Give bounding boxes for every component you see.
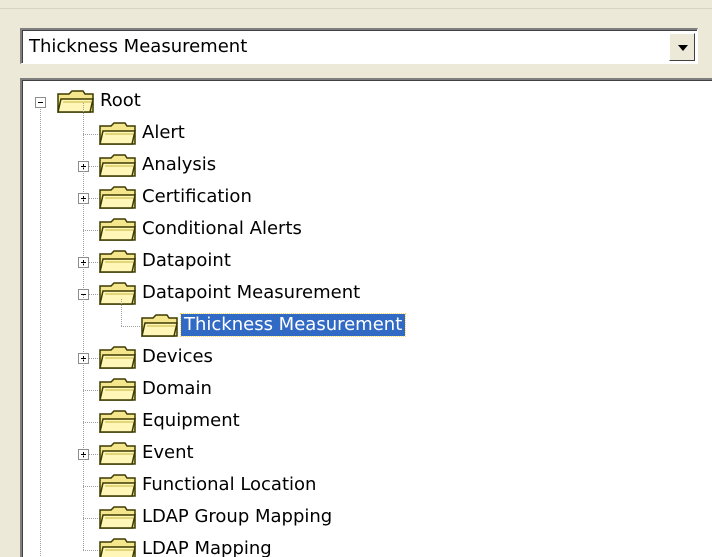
tree-node[interactable]: Domain — [23, 359, 703, 405]
tree-node[interactable]: Conditional Alerts — [23, 199, 703, 245]
tree-node-label: Root — [100, 90, 141, 111]
tree-node-label: Thickness Measurement — [179, 313, 407, 337]
tree-node-label: Functional Location — [142, 474, 317, 495]
tree-line — [83, 199, 84, 231]
tree-line — [83, 103, 84, 135]
tree-line — [83, 455, 84, 487]
folder-icon — [141, 314, 179, 338]
folder-icon — [99, 122, 137, 146]
tree-node-label: LDAP Mapping — [142, 538, 272, 557]
folder-icon — [99, 474, 137, 498]
tree-node[interactable]: LDAP Group Mapping — [23, 487, 703, 533]
tree-node[interactable]: LDAP Mapping — [23, 519, 703, 557]
tree-line — [121, 299, 122, 327]
folder-icon — [99, 186, 137, 210]
tree-node-label: Equipment — [142, 410, 240, 431]
tree-node[interactable]: Functional Location — [23, 455, 703, 501]
tree-panel: Thickness Measurement Root Alert Analysis… — [0, 0, 712, 557]
folder-icon — [99, 218, 137, 242]
tree-node-label: Analysis — [142, 154, 217, 175]
folder-icon — [99, 538, 137, 557]
tree-node[interactable]: Alert — [23, 103, 703, 149]
tree-node-label: Datapoint Measurement — [142, 282, 361, 303]
tree-node-root[interactable]: Root — [23, 85, 703, 117]
folder-icon — [99, 506, 137, 530]
tree-node[interactable]: Datapoint Measurement — [23, 263, 703, 309]
tree-line — [83, 487, 84, 519]
tree-node-label: Conditional Alerts — [142, 218, 302, 239]
top-divider — [0, 8, 712, 9]
tree-node[interactable]: Thickness Measurement — [23, 295, 703, 341]
tree-line — [83, 359, 84, 391]
tree-node-label: LDAP Group Mapping — [142, 506, 333, 527]
tree-line — [83, 391, 84, 423]
tree-line — [83, 295, 84, 327]
tree-line — [83, 519, 84, 550]
folder-icon — [99, 154, 137, 178]
tree-view[interactable]: Root Alert Analysis Certification Condition… — [20, 78, 712, 557]
folder-icon — [99, 442, 137, 466]
folder-icon — [99, 378, 137, 402]
tree-node-label: Alert — [142, 122, 185, 143]
tree-node-label: Certification — [142, 186, 252, 207]
tree-node[interactable]: Datapoint — [23, 231, 703, 277]
chevron-down-icon — [678, 45, 688, 51]
folder-icon — [99, 282, 137, 306]
tree-node-label: Devices — [142, 346, 213, 367]
view-select-value: Thickness Measurement — [29, 36, 248, 57]
folder-icon — [99, 410, 137, 434]
tree-node[interactable]: Devices — [23, 327, 703, 373]
folder-icon — [99, 346, 137, 370]
folder-open-icon — [57, 90, 95, 114]
tree-node[interactable]: Event — [23, 423, 703, 469]
tree-node[interactable]: Analysis — [23, 135, 703, 181]
tree-node-label: Domain — [142, 378, 212, 399]
collapse-icon[interactable] — [35, 97, 46, 108]
view-select[interactable]: Thickness Measurement — [20, 28, 698, 64]
tree-node[interactable]: Equipment — [23, 391, 703, 437]
dropdown-button[interactable] — [669, 33, 695, 61]
tree-node-label: Datapoint — [142, 250, 231, 271]
folder-icon — [99, 250, 137, 274]
tree-node-label: Event — [142, 442, 194, 463]
tree-node[interactable]: Certification — [23, 167, 703, 213]
